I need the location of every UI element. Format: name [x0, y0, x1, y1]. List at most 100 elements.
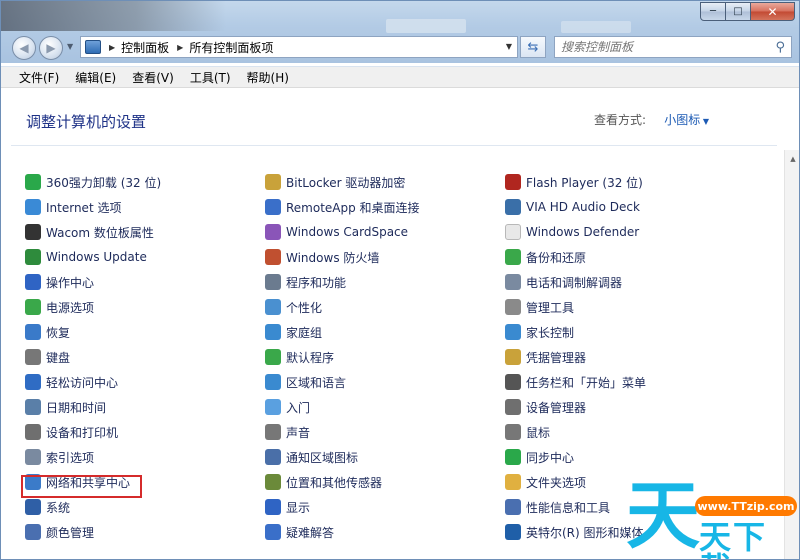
background-blur	[1, 1, 226, 31]
control-panel-item[interactable]: Wacom 数位板属性	[25, 223, 154, 241]
control-panel-item[interactable]: 疑难解答	[265, 523, 334, 541]
item-label: 文件夹选项	[526, 475, 587, 490]
windows-defender-icon	[505, 224, 521, 240]
control-panel-item[interactable]: 恢复	[25, 323, 70, 341]
control-panel-item[interactable]: Windows Defender	[505, 223, 639, 241]
minimize-button[interactable]: ─	[700, 2, 726, 21]
breadcrumb-separator-icon[interactable]: ▶	[177, 43, 183, 52]
power-options-icon	[25, 299, 41, 315]
control-panel-item[interactable]: 程序和功能	[265, 273, 346, 291]
search-box[interactable]: ⚲	[554, 36, 792, 58]
control-panel-item[interactable]: 区域和语言	[265, 373, 346, 391]
menu-edit[interactable]: 编辑(E)	[69, 69, 122, 86]
breadcrumb-separator-icon[interactable]: ▶	[109, 43, 115, 52]
control-panel-item[interactable]: 通知区域图标	[265, 448, 358, 466]
control-panel-item[interactable]: 同步中心	[505, 448, 574, 466]
control-panel-item[interactable]: 凭据管理器	[505, 348, 586, 366]
control-panel-item[interactable]: 鼠标	[505, 423, 550, 441]
breadcrumb-control-panel[interactable]: 控制面板	[121, 39, 169, 56]
close-button[interactable]: ✕	[751, 2, 795, 21]
menu-help[interactable]: 帮助(H)	[241, 69, 295, 86]
item-label: Windows CardSpace	[286, 225, 409, 239]
breadcrumb-all-items[interactable]: 所有控制面板项	[189, 39, 273, 56]
item-label: 电源选项	[46, 300, 95, 315]
action-center-flag-icon	[25, 274, 41, 290]
arrow-right-icon: ▶	[46, 41, 56, 55]
sync-center-icon	[505, 449, 521, 465]
search-input[interactable]	[561, 40, 761, 54]
address-dropdown-icon[interactable]: ▼	[506, 42, 512, 51]
item-label: BitLocker 驱动器加密	[286, 175, 406, 190]
control-panel-item[interactable]: 声音	[265, 423, 310, 441]
system-icon	[25, 499, 41, 515]
control-panel-item[interactable]: 日期和时间	[25, 398, 106, 416]
control-panel-item[interactable]: 电话和调制解调器	[505, 273, 622, 291]
control-panel-item[interactable]: 360强力卸载 (32 位)	[25, 173, 161, 191]
control-panel-item[interactable]: 显示	[265, 498, 310, 516]
control-panel-item[interactable]: 任务栏和「开始」菜单	[505, 373, 646, 391]
control-panel-item[interactable]: RemoteApp 和桌面连接	[265, 198, 420, 216]
refresh-button[interactable]: ⇆	[520, 36, 546, 58]
watermark-url-badge: www.TTzip.com	[695, 496, 797, 516]
item-label: 区域和语言	[286, 375, 347, 390]
item-label: 性能信息和工具	[526, 500, 611, 515]
control-panel-item[interactable]: 位置和其他传感器	[265, 473, 382, 491]
menu-view[interactable]: 查看(V)	[126, 69, 180, 86]
control-panel-item[interactable]: 性能信息和工具	[505, 498, 610, 516]
taskbar-start-icon	[505, 374, 521, 390]
control-panel-item[interactable]: VIA HD Audio Deck	[505, 198, 640, 216]
control-panel-item[interactable]: 家庭组	[265, 323, 322, 341]
watermark-logo: 天	[626, 473, 700, 559]
control-panel-item[interactable]: 备份和还原	[505, 248, 586, 266]
control-panel-item[interactable]: 电源选项	[25, 298, 94, 316]
date-time-icon	[25, 399, 41, 415]
control-panel-item[interactable]: Windows CardSpace	[265, 223, 408, 241]
control-panel-item[interactable]: BitLocker 驱动器加密	[265, 173, 405, 191]
performance-icon	[505, 499, 521, 515]
control-panel-item[interactable]: 设备和打印机	[25, 423, 118, 441]
keyboard-icon	[25, 349, 41, 365]
control-panel-item[interactable]: 默认程序	[265, 348, 334, 366]
menu-tools[interactable]: 工具(T)	[184, 69, 237, 86]
maximize-button[interactable]: □	[726, 2, 751, 21]
search-icon[interactable]: ⚲	[775, 40, 785, 55]
menu-bar: 文件(F) 编辑(E) 查看(V) 工具(T) 帮助(H)	[1, 66, 799, 88]
programs-features-icon	[265, 274, 281, 290]
control-panel-item[interactable]: 入门	[265, 398, 310, 416]
control-panel-item[interactable]: 个性化	[265, 298, 322, 316]
control-panel-item[interactable]: Windows 防火墙	[265, 248, 379, 266]
control-panel-item[interactable]: Internet 选项	[25, 198, 121, 216]
control-panel-item[interactable]: 英特尔(R) 图形和媒体	[505, 523, 644, 541]
item-label: VIA HD Audio Deck	[526, 200, 640, 214]
recent-pages-dropdown[interactable]: ▼	[67, 42, 73, 51]
item-label: 系统	[46, 500, 71, 515]
control-panel-item[interactable]: 家长控制	[505, 323, 574, 341]
parental-controls-icon	[505, 324, 521, 340]
refresh-icon: ⇆	[527, 39, 539, 55]
scroll-up-icon[interactable]: ▲	[785, 150, 799, 167]
control-panel-item[interactable]: 索引选项	[25, 448, 94, 466]
control-panel-item[interactable]: Flash Player (32 位)	[505, 173, 643, 191]
control-panel-item[interactable]: 键盘	[25, 348, 70, 366]
control-panel-item[interactable]: 轻松访问中心	[25, 373, 118, 391]
menu-file[interactable]: 文件(F)	[13, 69, 65, 86]
default-programs-icon	[265, 349, 281, 365]
item-label: 通知区域图标	[286, 450, 359, 465]
control-panel-item[interactable]: 管理工具	[505, 298, 574, 316]
control-panel-item[interactable]: 操作中心	[25, 273, 94, 291]
control-panel-item[interactable]: 颜色管理	[25, 523, 94, 541]
personalization-icon	[265, 299, 281, 315]
via-audio-icon	[505, 199, 521, 215]
forward-button[interactable]: ▶	[39, 36, 63, 60]
back-button[interactable]: ◀	[12, 36, 36, 60]
address-bar[interactable]: ▶ 控制面板 ▶ 所有控制面板项 ▼	[80, 36, 518, 58]
control-panel-item[interactable]: 设备管理器	[505, 398, 586, 416]
homegroup-icon	[265, 324, 281, 340]
control-panel-item[interactable]: Windows Update	[25, 248, 147, 266]
item-label: Internet 选项	[46, 200, 122, 215]
item-label: 鼠标	[526, 425, 551, 440]
item-label: Windows Defender	[526, 225, 640, 239]
view-by-dropdown[interactable]: 小图标	[664, 111, 709, 128]
control-panel-item[interactable]: 文件夹选项	[505, 473, 586, 491]
control-panel-item[interactable]: 系统	[25, 498, 70, 516]
